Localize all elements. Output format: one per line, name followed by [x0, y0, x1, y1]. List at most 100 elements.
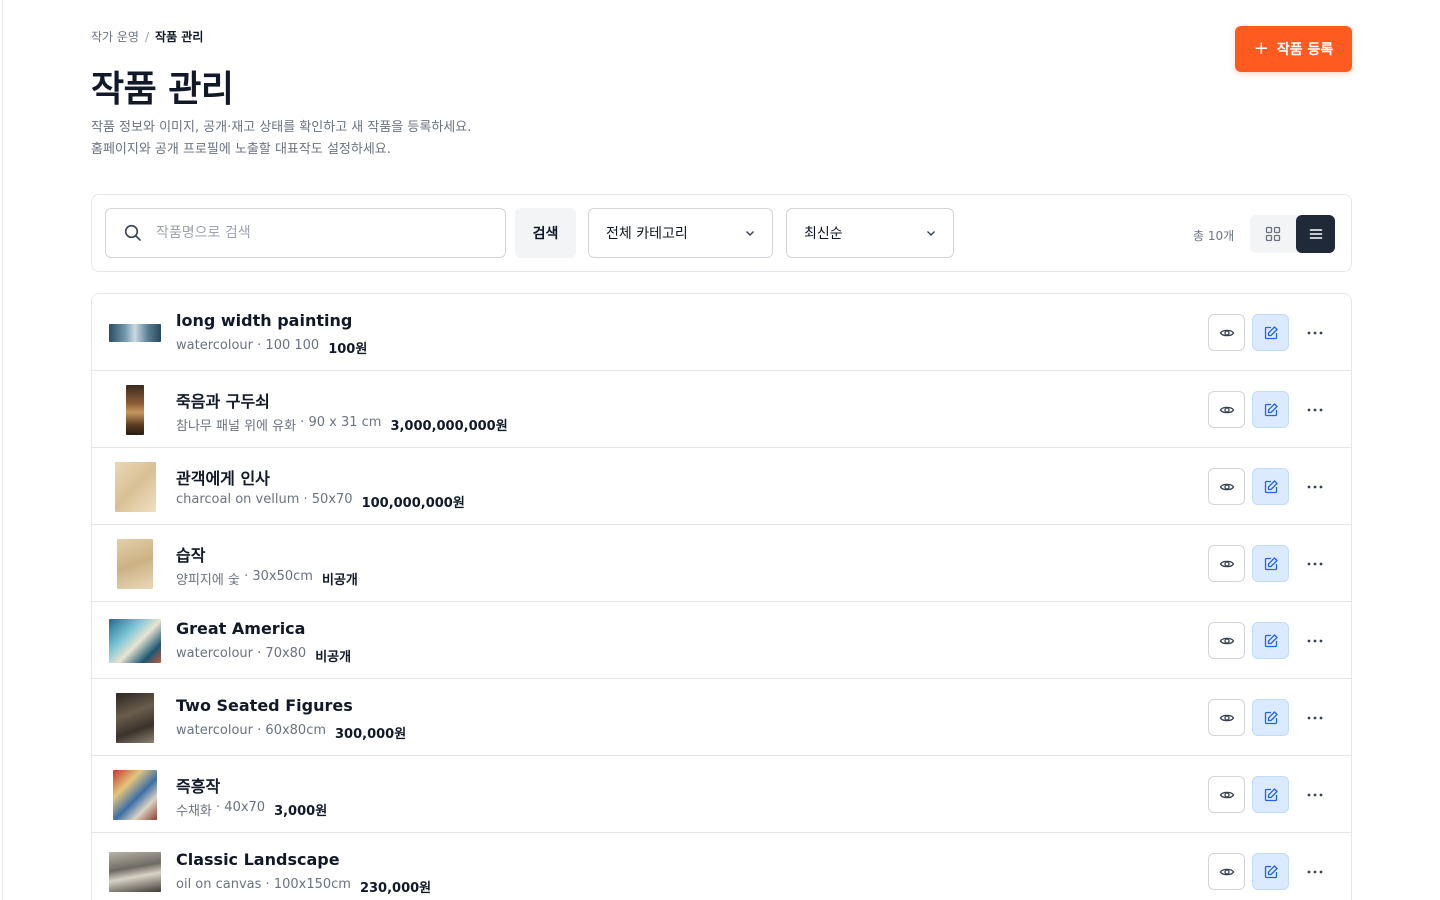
add-artwork-label: 작품 등록: [1276, 42, 1334, 58]
category-select[interactable]: 전체 카테고리: [588, 208, 773, 258]
artwork-title[interactable]: Two Seated Figures: [176, 696, 353, 715]
artwork-price: 100,000,000원: [361, 496, 465, 511]
total-count: 총 10개: [1193, 229, 1235, 243]
artwork-meta: 양피지에 숯 · 30x50cm 비공개: [176, 569, 358, 588]
preview-button[interactable]: [1208, 699, 1245, 736]
edit-icon: [1264, 556, 1278, 570]
breadcrumb-current: 작품 관리: [155, 30, 204, 44]
artwork-medium: watercolour: [176, 723, 254, 738]
eye-icon: [1219, 791, 1234, 798]
artwork-row[interactable]: Classic Landscape oil on canvas · 100x15…: [92, 833, 1351, 900]
sort-select[interactable]: 최신순: [786, 208, 954, 258]
artwork-thumbnail[interactable]: [109, 615, 161, 667]
artwork-size: 30x50cm: [252, 569, 313, 584]
artwork-row[interactable]: Great America watercolour · 70x80 비공개: [92, 602, 1351, 679]
filter-toolbar: 검색 전체 카테고리 최신순 총 10개: [91, 194, 1352, 272]
artwork-thumbnail[interactable]: [109, 769, 161, 821]
edit-icon: [1264, 710, 1278, 724]
more-horizontal-icon: [1307, 793, 1322, 796]
preview-button[interactable]: [1208, 314, 1245, 351]
eye-icon: [1219, 637, 1234, 644]
grid-view-button[interactable]: [1250, 215, 1295, 253]
artwork-title[interactable]: 습작: [176, 542, 205, 566]
edit-icon: [1264, 402, 1278, 416]
artwork-size: 90 x 31 cm: [308, 415, 382, 430]
chevron-down-icon: [746, 231, 754, 236]
meta-separator: ·: [253, 646, 266, 661]
more-horizontal-icon: [1307, 639, 1322, 642]
preview-button[interactable]: [1208, 776, 1245, 813]
artwork-row[interactable]: 관객에게 인사 charcoal on vellum · 50x70 100,0…: [92, 448, 1351, 525]
preview-button[interactable]: [1208, 853, 1245, 890]
artwork-image: [109, 619, 161, 663]
more-options-button[interactable]: [1296, 622, 1333, 659]
preview-button[interactable]: [1208, 391, 1245, 428]
artwork-price: 3,000원: [274, 804, 328, 819]
artwork-row[interactable]: long width painting watercolour · 100 10…: [92, 294, 1351, 371]
artwork-title[interactable]: 즉흥작: [176, 773, 220, 797]
more-options-button[interactable]: [1296, 853, 1333, 890]
artwork-thumbnail[interactable]: [109, 692, 161, 744]
more-options-button[interactable]: [1296, 545, 1333, 582]
edit-button[interactable]: [1252, 314, 1289, 351]
edit-button[interactable]: [1252, 391, 1289, 428]
preview-button[interactable]: [1208, 545, 1245, 582]
plus-icon: +: [1253, 38, 1269, 59]
artwork-meta: 수채화 · 40x70 3,000원: [176, 800, 327, 819]
add-artwork-button[interactable]: + 작품 등록: [1235, 26, 1352, 72]
artwork-thumbnail[interactable]: [109, 538, 161, 590]
artwork-title[interactable]: 죽음과 구두쇠: [176, 388, 270, 412]
view-mode-toggle: [1250, 215, 1335, 253]
artwork-size: 50x70: [311, 492, 353, 507]
edit-button[interactable]: [1252, 468, 1289, 505]
eye-icon: [1219, 329, 1234, 336]
edit-button[interactable]: [1252, 776, 1289, 813]
artwork-meta: 참나무 패널 위에 유화 · 90 x 31 cm 3,000,000,000원: [176, 415, 508, 434]
artwork-row[interactable]: 죽음과 구두쇠 참나무 패널 위에 유화 · 90 x 31 cm 3,000,…: [92, 371, 1351, 448]
meta-separator: ·: [296, 415, 309, 430]
artwork-meta: watercolour · 60x80cm 300,000원: [176, 723, 406, 742]
artwork-medium: 참나무 패널 위에 유화: [176, 419, 297, 434]
preview-button[interactable]: [1208, 622, 1245, 659]
search-button[interactable]: 검색: [515, 208, 576, 258]
artwork-title[interactable]: 관객에게 인사: [176, 465, 270, 489]
artwork-title[interactable]: Classic Landscape: [176, 850, 340, 869]
artwork-row[interactable]: Two Seated Figures watercolour · 60x80cm…: [92, 679, 1351, 756]
search-input[interactable]: [156, 225, 486, 241]
edit-button[interactable]: [1252, 699, 1289, 736]
breadcrumb-parent[interactable]: 작가 운영: [91, 28, 139, 45]
artwork-title[interactable]: Great America: [176, 619, 305, 638]
more-horizontal-icon: [1307, 562, 1322, 565]
artwork-thumbnail[interactable]: [109, 307, 161, 359]
artwork-title[interactable]: long width painting: [176, 311, 352, 330]
artwork-list: long width painting watercolour · 100 10…: [91, 293, 1352, 900]
artwork-medium: 양피지에 숯: [176, 573, 240, 588]
artwork-price: 비공개: [315, 650, 352, 665]
more-options-button[interactable]: [1296, 391, 1333, 428]
meta-separator: ·: [261, 877, 274, 892]
edit-icon: [1264, 633, 1278, 647]
edit-icon: [1264, 787, 1278, 801]
edit-button[interactable]: [1252, 853, 1289, 890]
preview-button[interactable]: [1208, 468, 1245, 505]
artwork-thumbnail[interactable]: [109, 846, 161, 898]
description-line-2: 홈페이지와 공개 프로필에 노출할 대표작도 설정하세요.: [91, 142, 391, 157]
artwork-price: 100원: [328, 342, 368, 357]
artwork-thumbnail[interactable]: [109, 384, 161, 436]
list-view-button[interactable]: [1296, 215, 1335, 253]
more-horizontal-icon: [1307, 485, 1322, 488]
artwork-row[interactable]: 즉흥작 수채화 · 40x70 3,000원: [92, 756, 1351, 833]
edit-button[interactable]: [1252, 545, 1289, 582]
more-options-button[interactable]: [1296, 776, 1333, 813]
artwork-medium: 수채화: [176, 804, 212, 819]
artwork-row[interactable]: 습작 양피지에 숯 · 30x50cm 비공개: [92, 525, 1351, 602]
artwork-thumbnail[interactable]: [109, 461, 161, 513]
more-options-button[interactable]: [1296, 699, 1333, 736]
more-options-button[interactable]: [1296, 468, 1333, 505]
edit-button[interactable]: [1252, 622, 1289, 659]
search-box[interactable]: [105, 208, 506, 258]
list-icon: [1309, 229, 1322, 239]
artwork-image: [109, 852, 161, 892]
artwork-meta: watercolour · 70x80 비공개: [176, 646, 351, 665]
more-options-button[interactable]: [1296, 314, 1333, 351]
